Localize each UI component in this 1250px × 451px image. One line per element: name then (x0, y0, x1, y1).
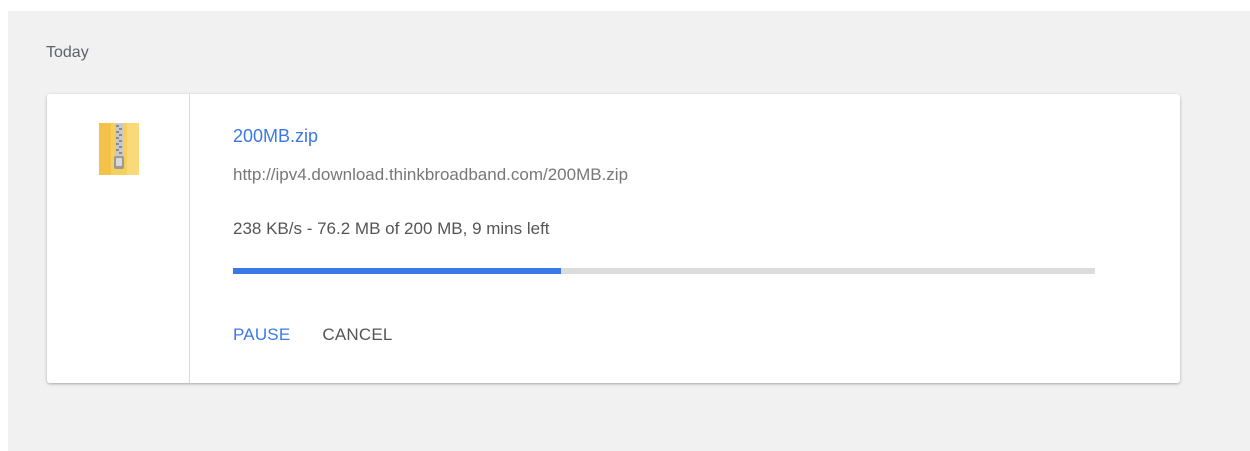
cancel-button[interactable]: CANCEL (322, 324, 392, 346)
file-icon-column (47, 94, 190, 383)
pause-button[interactable]: PAUSE (233, 324, 290, 346)
download-status-text: 238 KB/s - 76.2 MB of 200 MB, 9 mins lef… (233, 219, 550, 238)
source-url-link[interactable]: http://ipv4.download.thinkbroadband.com/… (233, 164, 628, 186)
download-progress-bar (233, 268, 1095, 274)
download-progress-fill (233, 268, 562, 274)
downloads-page: Today 200MB.zip http://ipv4.download.thi… (8, 11, 1250, 451)
download-details: 200MB.zip http://ipv4.download.thinkbroa… (233, 94, 1180, 383)
download-actions: PAUSE CANCEL (233, 324, 393, 346)
zip-archive-icon (99, 123, 139, 175)
file-name-link[interactable]: 200MB.zip (233, 125, 318, 147)
download-item-card: 200MB.zip http://ipv4.download.thinkbroa… (47, 94, 1180, 383)
date-section-header: Today (46, 44, 89, 61)
